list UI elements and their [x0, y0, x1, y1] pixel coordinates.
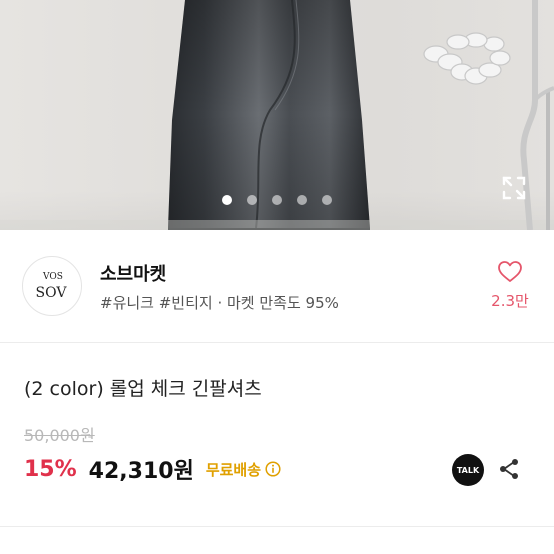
- expand-icon: [502, 176, 526, 200]
- share-icon: [500, 459, 518, 479]
- expand-button[interactable]: [498, 172, 530, 204]
- free-shipping-badge: 무료배송: [205, 460, 262, 479]
- logo-text-top: VOS: [42, 272, 63, 282]
- price-row: 15% 42,310원 무료배송: [24, 452, 281, 486]
- carousel-dot[interactable]: [272, 195, 282, 205]
- like-button[interactable]: 2.3만: [480, 260, 540, 311]
- discount-rate: 15%: [24, 456, 77, 482]
- like-count: 2.3만: [491, 292, 529, 310]
- shop-name[interactable]: 소브마켓: [100, 260, 166, 286]
- carousel-dot[interactable]: [246, 195, 257, 205]
- kakaotalk-button[interactable]: TALK: [452, 454, 484, 486]
- shop-section: VOS SOV 소브마켓 #유니크 #빈티지 · 마켓 만족도 95% 2.3만: [0, 230, 554, 342]
- carousel-dot[interactable]: [221, 195, 232, 205]
- product-title: (2 color) 롤업 체크 긴팔셔츠: [24, 378, 262, 400]
- heart-icon: [498, 261, 522, 282]
- carousel-indicators: [0, 190, 554, 205]
- shop-logo: VOS SOV: [36, 272, 68, 301]
- info-icon[interactable]: [265, 461, 281, 477]
- original-price: 50,000원: [24, 426, 95, 445]
- product-image[interactable]: [0, 0, 554, 230]
- kakaotalk-icon: TALK: [456, 465, 480, 475]
- bottom-divider: [0, 526, 554, 527]
- sale-price: 42,310원: [88, 459, 194, 484]
- section-divider: [0, 342, 554, 343]
- share-button[interactable]: [494, 454, 524, 484]
- shop-avatar[interactable]: VOS SOV: [22, 256, 82, 316]
- shop-meta: #유니크 #빈티지 · 마켓 만족도 95%: [100, 294, 339, 312]
- logo-text-bottom: SOV: [36, 285, 68, 301]
